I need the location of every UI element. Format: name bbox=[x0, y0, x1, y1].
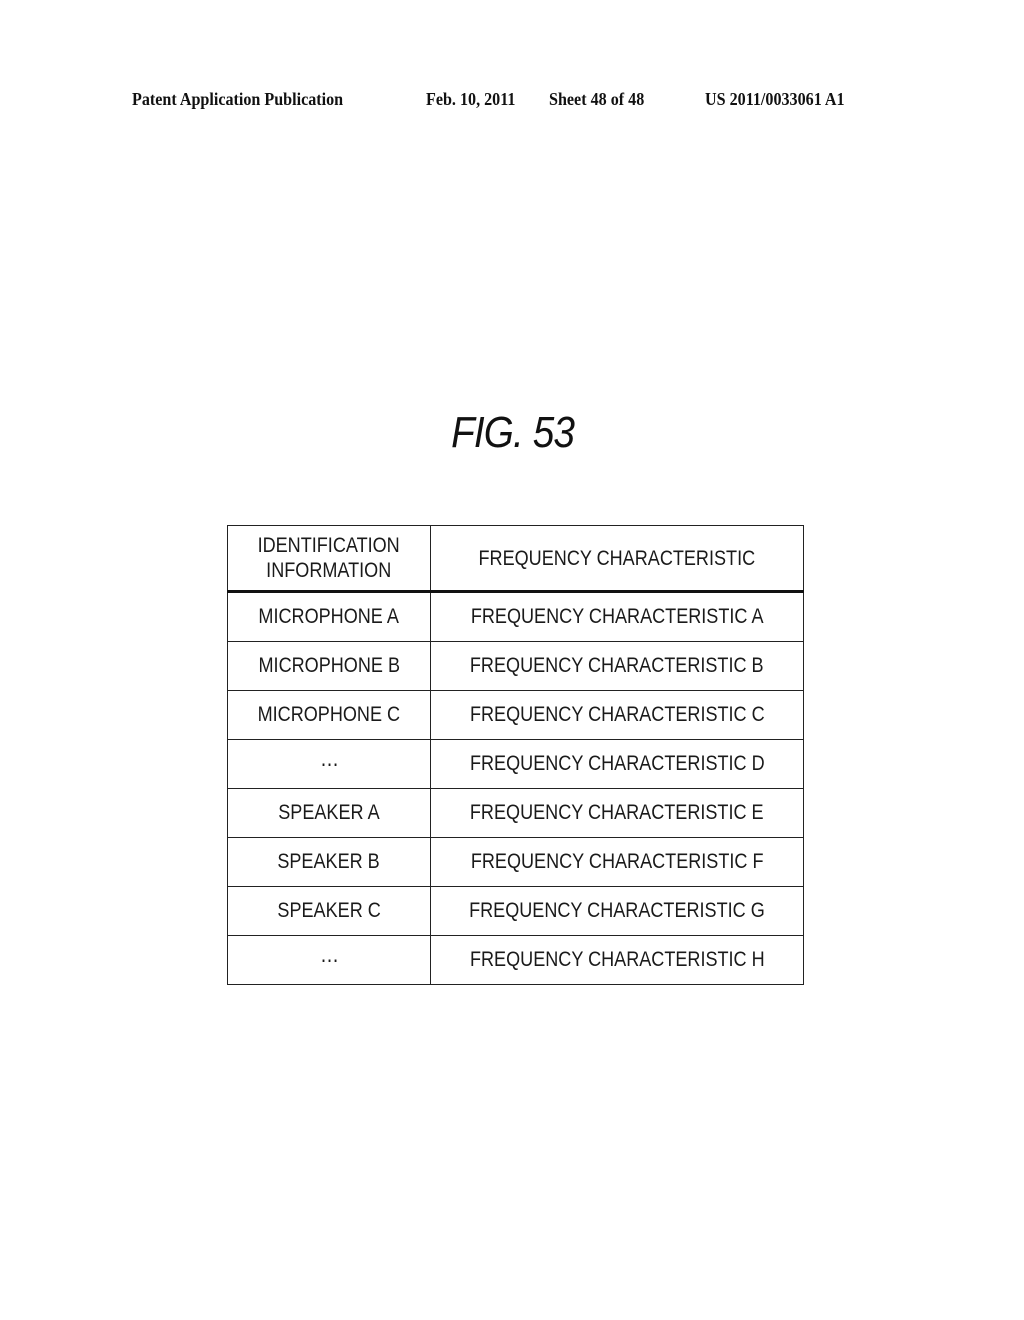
ellipsis-text: ⋯ bbox=[319, 752, 339, 776]
identification-text: SPEAKER A bbox=[278, 801, 380, 824]
frequency-cell: FREQUENCY CHARACTERISTIC E bbox=[430, 788, 804, 838]
identification-cell: MICROPHONE B bbox=[227, 641, 431, 691]
patent-number: US 2011/0033061 A1 bbox=[705, 89, 845, 109]
page-header: Patent Application Publication Feb. 10, … bbox=[0, 89, 1024, 113]
figure-title: FIG. 53 bbox=[451, 408, 575, 457]
identification-cell: SPEAKER B bbox=[227, 837, 431, 887]
identification-text: SPEAKER B bbox=[277, 850, 381, 873]
identification-cell: ⋯ bbox=[227, 739, 431, 789]
frequency-text: FREQUENCY CHARACTERISTIC E bbox=[470, 801, 764, 824]
publication-date: Feb. 10, 2011 bbox=[426, 89, 516, 109]
table-row: SPEAKER C FREQUENCY CHARACTERISTIC G bbox=[227, 886, 804, 936]
publication-label: Patent Application Publication bbox=[132, 89, 344, 109]
identification-text: MICROPHONE B bbox=[258, 654, 400, 677]
frequency-text: FREQUENCY CHARACTERISTIC F bbox=[470, 850, 764, 873]
frequency-text: FREQUENCY CHARACTERISTIC B bbox=[470, 654, 764, 677]
identification-text: MICROPHONE A bbox=[258, 605, 400, 628]
frequency-cell: FREQUENCY CHARACTERISTIC D bbox=[430, 739, 804, 789]
frequency-cell: FREQUENCY CHARACTERISTIC F bbox=[430, 837, 804, 887]
column-header-frequency: FREQUENCY CHARACTERISTIC bbox=[430, 525, 804, 592]
table-row: SPEAKER A FREQUENCY CHARACTERISTIC E bbox=[227, 788, 804, 838]
frequency-text: FREQUENCY CHARACTERISTIC A bbox=[470, 605, 764, 628]
column-header-identification: IDENTIFICATION INFORMATION bbox=[227, 525, 431, 592]
frequency-cell: FREQUENCY CHARACTERISTIC B bbox=[430, 641, 804, 691]
frequency-text: FREQUENCY CHARACTERISTIC C bbox=[469, 703, 765, 726]
data-table: IDENTIFICATION INFORMATION FREQUENCY CHA… bbox=[227, 525, 804, 985]
sheet-number: Sheet 48 of 48 bbox=[549, 89, 645, 109]
column-header-frequency-label: FREQUENCY CHARACTERISTIC bbox=[478, 546, 756, 570]
frequency-cell: FREQUENCY CHARACTERISTIC G bbox=[430, 886, 804, 936]
frequency-text: FREQUENCY CHARACTERISTIC H bbox=[469, 948, 765, 971]
table-row: SPEAKER B FREQUENCY CHARACTERISTIC F bbox=[227, 837, 804, 887]
identification-text: MICROPHONE C bbox=[257, 703, 401, 726]
table-row: MICROPHONE B FREQUENCY CHARACTERISTIC B bbox=[227, 641, 804, 691]
table-header-row: IDENTIFICATION INFORMATION FREQUENCY CHA… bbox=[227, 525, 804, 592]
frequency-cell: FREQUENCY CHARACTERISTIC A bbox=[430, 591, 804, 642]
frequency-cell: FREQUENCY CHARACTERISTIC H bbox=[430, 935, 804, 985]
table-row: MICROPHONE C FREQUENCY CHARACTERISTIC C bbox=[227, 690, 804, 740]
identification-cell: SPEAKER C bbox=[227, 886, 431, 936]
identification-text: SPEAKER C bbox=[277, 899, 381, 922]
frequency-cell: FREQUENCY CHARACTERISTIC C bbox=[430, 690, 804, 740]
column-header-identification-line-1: IDENTIFICATION bbox=[257, 534, 401, 557]
identification-cell: MICROPHONE C bbox=[227, 690, 431, 740]
frequency-text: FREQUENCY CHARACTERISTIC G bbox=[469, 899, 765, 922]
ellipsis-text: ⋯ bbox=[319, 948, 339, 972]
identification-cell: SPEAKER A bbox=[227, 788, 431, 838]
identification-frequency-table: IDENTIFICATION INFORMATION FREQUENCY CHA… bbox=[227, 525, 804, 985]
identification-cell: ⋯ bbox=[227, 935, 431, 985]
column-header-identification-line-2: INFORMATION bbox=[266, 559, 392, 582]
table-row: ⋯ FREQUENCY CHARACTERISTIC H bbox=[227, 935, 804, 985]
table-row: ⋯ FREQUENCY CHARACTERISTIC D bbox=[227, 739, 804, 789]
frequency-text: FREQUENCY CHARACTERISTIC D bbox=[469, 752, 765, 775]
identification-cell: MICROPHONE A bbox=[227, 591, 431, 642]
table-row: MICROPHONE A FREQUENCY CHARACTERISTIC A bbox=[227, 591, 804, 642]
